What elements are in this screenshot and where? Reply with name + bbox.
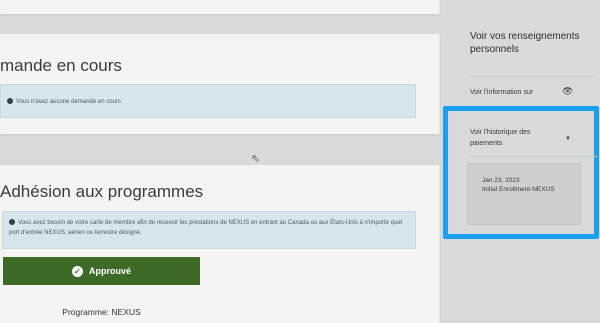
eye-icon[interactable]: 👁 (562, 86, 573, 97)
requests-empty-alert: Vous n'avez aucune demande en cours (0, 84, 416, 118)
status-approved-header: ✓ Approuvé (3, 257, 200, 285)
programs-info-message: Vous avez besoin de votre carte de membr… (9, 220, 403, 236)
sidebar-heading: Voir vos renseignements personnels (470, 31, 580, 55)
requests-title: mande en cours (0, 56, 122, 75)
info-icon (9, 219, 15, 226)
mouse-cursor-icon: ⇖ (251, 153, 261, 165)
sidebar: Voir vos renseignements personnels Voir … (443, 0, 600, 323)
payment-history-link[interactable]: Voir l'historique des paiements (470, 127, 550, 149)
programs-card: Adhésion aux programmes Vous avez besoin… (0, 165, 440, 323)
programs-title: Adhésion aux programmes (0, 182, 204, 201)
status-label: Approuvé (88, 266, 131, 276)
payment-description: Initial Enrollment-NEXUS (482, 186, 555, 193)
programs-info-alert: Vous avez besoin de votre carte de membr… (2, 211, 416, 249)
requests-empty-message: Vous n'avez aucune demande en cours (16, 99, 121, 105)
main-content: mande en cours Vous n'avez aucune demand… (0, 0, 446, 323)
program-name: Programme: NEXUS (62, 307, 141, 317)
view-info-link[interactable]: Voir l'information sur (470, 89, 533, 96)
top-card (0, 0, 440, 14)
check-icon: ✓ (71, 265, 83, 277)
sidebar-divider (467, 156, 597, 157)
sidebar-divider (467, 76, 597, 77)
requests-card: mande en cours Vous n'avez aucune demand… (0, 34, 440, 134)
payment-history-item[interactable]: Jan 23, 2023 Initial Enrollment-NEXUS (467, 163, 581, 225)
payment-date: Jan 23, 2023 (482, 177, 520, 184)
caret-down-icon[interactable]: ▼ (565, 136, 571, 142)
info-icon (7, 98, 13, 105)
